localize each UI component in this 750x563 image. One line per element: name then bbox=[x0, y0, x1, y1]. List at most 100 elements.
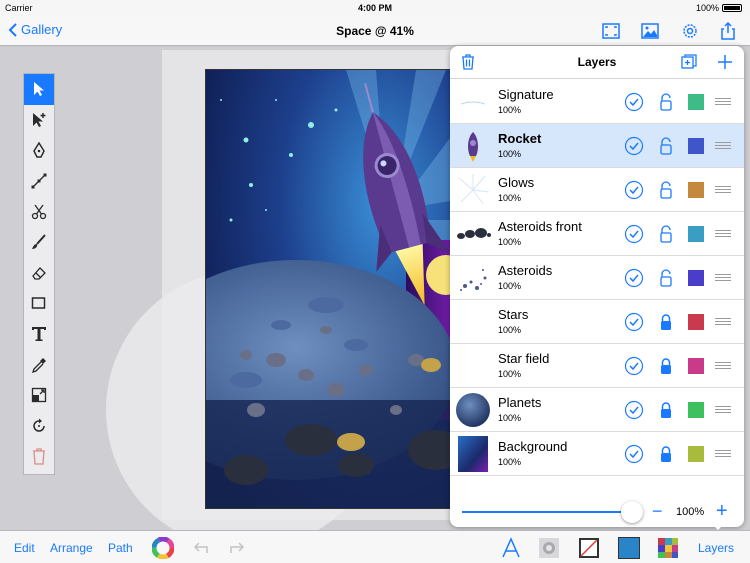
drag-handle-icon[interactable] bbox=[715, 274, 731, 282]
layer-color-swatch[interactable] bbox=[688, 226, 704, 242]
node-tool[interactable] bbox=[24, 166, 54, 197]
layer-color-swatch[interactable] bbox=[688, 402, 704, 418]
eyedropper-icon bbox=[31, 357, 46, 373]
pen-icon bbox=[33, 142, 45, 159]
layer-row[interactable]: Rocket 100% bbox=[450, 124, 744, 168]
layer-color-swatch[interactable] bbox=[688, 182, 704, 198]
unlock-icon[interactable] bbox=[656, 136, 676, 156]
battery-indicator: 100% bbox=[696, 3, 742, 13]
layer-row[interactable]: Asteroids front 100% bbox=[450, 212, 744, 256]
layer-row[interactable]: Planets 100% bbox=[450, 388, 744, 432]
layer-thumbnail bbox=[455, 172, 491, 208]
scissors-tool[interactable] bbox=[24, 196, 54, 227]
brush-tool[interactable] bbox=[24, 227, 54, 258]
undo-icon[interactable] bbox=[190, 537, 212, 559]
visibility-check-icon[interactable] bbox=[624, 268, 644, 288]
visibility-check-icon[interactable] bbox=[624, 312, 644, 332]
unlock-icon[interactable] bbox=[656, 224, 676, 244]
layer-opacity: 100% bbox=[498, 149, 522, 159]
artboard-artwork[interactable] bbox=[205, 69, 455, 509]
drag-handle-icon[interactable] bbox=[715, 142, 731, 150]
duplicate-layer-icon[interactable] bbox=[680, 53, 698, 71]
layer-opacity: 100% bbox=[498, 325, 522, 335]
layer-color-swatch[interactable] bbox=[688, 314, 704, 330]
select-arrow-icon bbox=[34, 82, 44, 97]
image-icon[interactable] bbox=[640, 21, 660, 41]
edit-button[interactable]: Edit bbox=[14, 541, 35, 555]
layer-color-swatch[interactable] bbox=[688, 358, 704, 374]
opacity-slider-track[interactable] bbox=[462, 511, 632, 513]
arrange-button[interactable]: Arrange bbox=[50, 541, 93, 555]
layer-row[interactable]: Background 100% bbox=[450, 432, 744, 476]
status-time: 4:00 PM bbox=[357, 3, 392, 13]
transform-icon bbox=[31, 388, 47, 403]
layer-color-swatch[interactable] bbox=[688, 94, 704, 110]
opacity-decrease-button[interactable]: − bbox=[652, 501, 663, 522]
drag-handle-icon[interactable] bbox=[715, 98, 731, 106]
layer-row[interactable]: Star field 100% bbox=[450, 344, 744, 388]
layer-row[interactable]: Stars 100% bbox=[450, 300, 744, 344]
layer-color-swatch[interactable] bbox=[688, 446, 704, 462]
layer-color-swatch[interactable] bbox=[688, 270, 704, 286]
opacity-slider-knob[interactable] bbox=[621, 501, 643, 523]
layer-opacity: 100% bbox=[498, 193, 522, 203]
lock-icon[interactable] bbox=[656, 444, 676, 464]
layer-name: Background bbox=[498, 439, 568, 454]
visibility-check-icon[interactable] bbox=[624, 356, 644, 376]
eyedropper-tool[interactable] bbox=[24, 349, 54, 380]
layer-row[interactable]: Signature 100% bbox=[450, 80, 744, 124]
layer-thumbnail bbox=[455, 392, 491, 428]
gear-icon[interactable] bbox=[680, 21, 700, 41]
layer-color-swatch[interactable] bbox=[688, 138, 704, 154]
fullscreen-icon[interactable] bbox=[601, 21, 621, 41]
fill-color-swatch[interactable] bbox=[618, 537, 640, 559]
color-wheel-icon[interactable] bbox=[152, 537, 174, 559]
visibility-check-icon[interactable] bbox=[624, 180, 644, 200]
redo-icon[interactable] bbox=[226, 537, 248, 559]
shape-tool[interactable] bbox=[24, 288, 54, 319]
pattern-icon[interactable] bbox=[657, 537, 679, 559]
drag-handle-icon[interactable] bbox=[715, 318, 731, 326]
direct-select-tool[interactable] bbox=[24, 105, 54, 136]
path-button[interactable]: Path bbox=[108, 541, 133, 555]
eraser-tool[interactable] bbox=[24, 258, 54, 289]
visibility-check-icon[interactable] bbox=[624, 92, 644, 112]
delete-tool[interactable] bbox=[24, 441, 54, 472]
visibility-check-icon[interactable] bbox=[624, 136, 644, 156]
effects-icon[interactable] bbox=[538, 537, 560, 559]
transform-tool[interactable] bbox=[24, 380, 54, 411]
visibility-check-icon[interactable] bbox=[624, 400, 644, 420]
layer-opacity: 100% bbox=[498, 237, 522, 247]
visibility-check-icon[interactable] bbox=[624, 224, 644, 244]
add-layer-icon[interactable] bbox=[716, 53, 734, 71]
drag-handle-icon[interactable] bbox=[715, 230, 731, 238]
unlock-icon[interactable] bbox=[656, 180, 676, 200]
unlock-icon[interactable] bbox=[656, 92, 676, 112]
opacity-increase-button[interactable]: + bbox=[716, 500, 728, 523]
stroke-icon[interactable] bbox=[578, 537, 600, 559]
rotate-tool[interactable] bbox=[24, 411, 54, 442]
layer-name: Stars bbox=[498, 307, 529, 322]
select-tool[interactable] bbox=[24, 74, 54, 105]
lock-icon[interactable] bbox=[656, 400, 676, 420]
unlock-icon[interactable] bbox=[656, 268, 676, 288]
drag-handle-icon[interactable] bbox=[715, 450, 731, 458]
text-style-icon[interactable] bbox=[500, 537, 522, 559]
layer-opacity: 100% bbox=[498, 457, 522, 467]
drag-handle-icon[interactable] bbox=[715, 186, 731, 194]
battery-icon bbox=[722, 4, 742, 12]
layers-button[interactable]: Layers bbox=[698, 541, 734, 555]
scissors-icon bbox=[31, 204, 47, 219]
lock-icon[interactable] bbox=[656, 312, 676, 332]
drag-handle-icon[interactable] bbox=[715, 362, 731, 370]
layer-row[interactable]: Asteroids 100% bbox=[450, 256, 744, 300]
drag-handle-icon[interactable] bbox=[715, 406, 731, 414]
layers-panel: Layers Signature 100% Rocket 100% Glows 100% A… bbox=[450, 46, 744, 527]
pen-tool[interactable] bbox=[24, 135, 54, 166]
layer-name: Glows bbox=[498, 175, 535, 190]
visibility-check-icon[interactable] bbox=[624, 444, 644, 464]
text-tool[interactable] bbox=[24, 319, 54, 350]
share-icon[interactable] bbox=[718, 21, 738, 41]
layer-row[interactable]: Glows 100% bbox=[450, 168, 744, 212]
lock-icon[interactable] bbox=[656, 356, 676, 376]
